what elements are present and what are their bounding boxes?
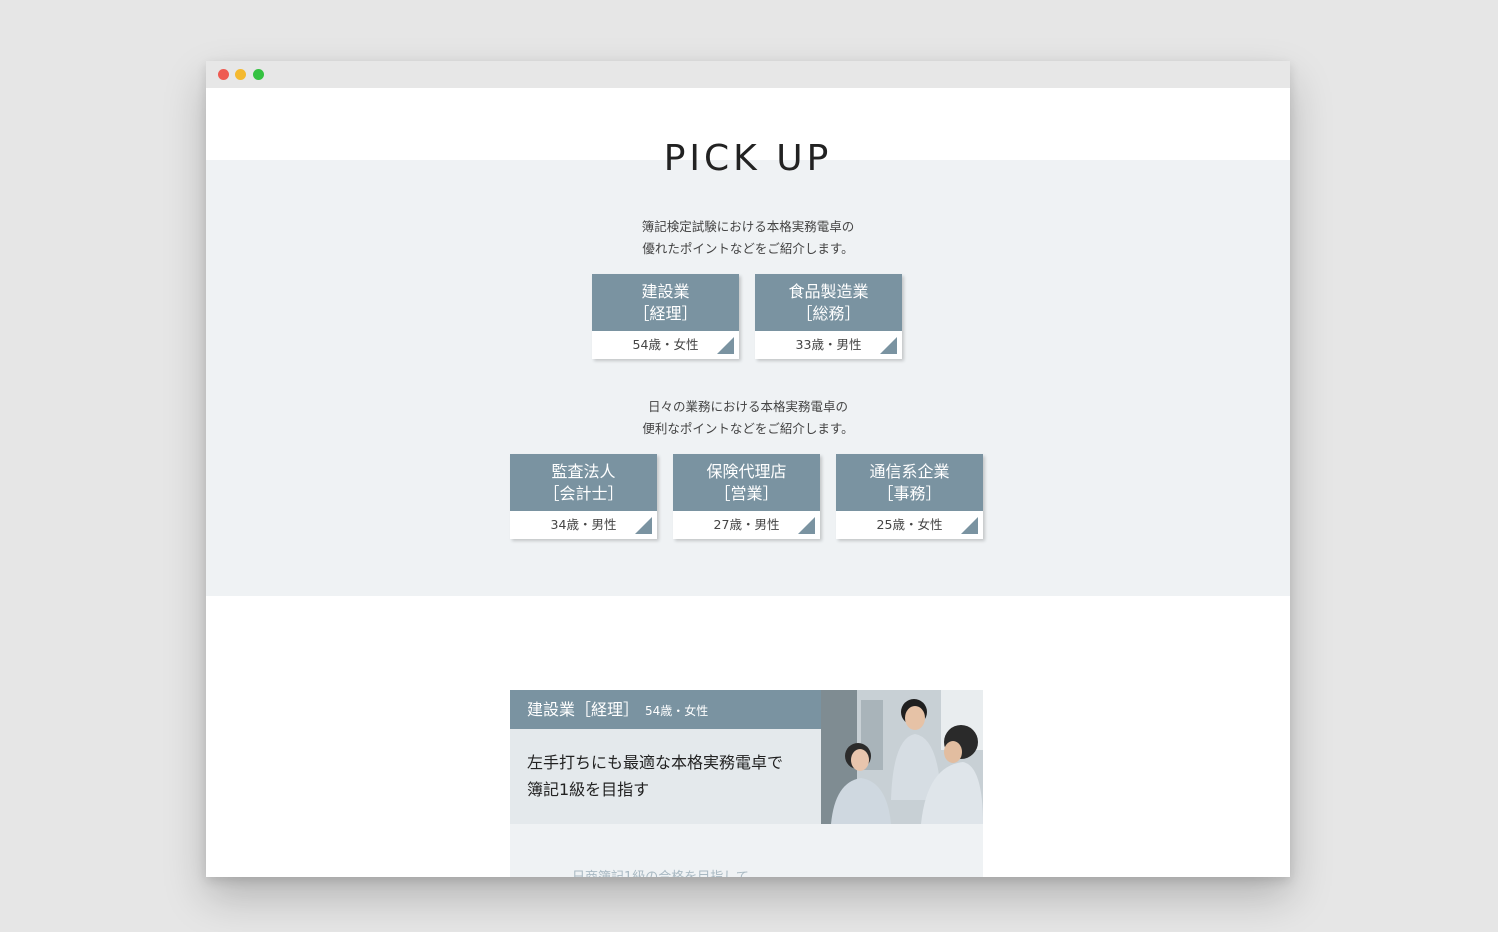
card-industry: 建設業 [641, 282, 690, 301]
card-role: ［総務］ [796, 304, 861, 323]
article-meta: 54歳・女性 [645, 704, 709, 718]
corner-arrow-icon [880, 337, 897, 354]
card-industry: 食品製造業 [788, 282, 869, 301]
corner-arrow-icon [961, 517, 978, 534]
article-card[interactable]: 建設業［経理］ 54歳・女性 左手打ちにも最適な本格実務電卓で 簿記1級を目指す [510, 690, 983, 877]
card-industry: 通信系企業 [869, 462, 950, 481]
corner-arrow-icon [717, 337, 734, 354]
card-role: ［事務］ [877, 484, 942, 503]
exam-intro-text: 簿記検定試験における本格実務電卓の 優れたポイントなどをご紹介します。 [206, 216, 1290, 260]
card-industry: 監査法人 [551, 462, 616, 481]
close-window-button[interactable] [218, 69, 229, 80]
work-intro-line-1: 日々の業務における本格実務電卓の [647, 399, 848, 414]
office-team-photo [821, 690, 983, 824]
card-industry: 保険代理店 [706, 462, 787, 481]
pickup-card-telecom[interactable]: 通信系企業 ［事務］ 25歳・女性 [836, 454, 983, 539]
section-title: PICK UP [663, 138, 833, 179]
card-header: 食品製造業 ［総務］ [755, 274, 902, 331]
page-content: PICK UP 簿記検定試験における本格実務電卓の 優れたポイントなどをご紹介し… [206, 88, 1290, 877]
corner-arrow-icon [798, 517, 815, 534]
article-title: 左手打ちにも最適な本格実務電卓で 簿記1級を目指す [510, 729, 821, 824]
card-header: 建設業 ［経理］ [592, 274, 739, 331]
article-header: 建設業［経理］ 54歳・女性 [510, 690, 821, 729]
exam-intro-line-1: 簿記検定試験における本格実務電卓の [641, 219, 855, 234]
exam-intro-line-2: 優れたポイントなどをご紹介します。 [642, 241, 854, 256]
card-role: ［会計士］ [543, 484, 624, 503]
work-intro-line-2: 便利なポイントなどをご紹介します。 [642, 421, 854, 436]
maximize-window-button[interactable] [253, 69, 264, 80]
card-header: 監査法人 ［会計士］ [510, 454, 657, 511]
browser-window: PICK UP 簿記検定試験における本格実務電卓の 優れたポイントなどをご紹介し… [206, 61, 1290, 877]
pickup-card-food-manufacturing[interactable]: 食品製造業 ［総務］ 33歳・男性 [755, 274, 902, 359]
photo-illustration [821, 690, 983, 824]
card-role: ［経理］ [633, 304, 698, 323]
pickup-card-insurance-agency[interactable]: 保険代理店 ［営業］ 27歳・男性 [673, 454, 820, 539]
article-title-line-1: 左手打ちにも最適な本格実務電卓で [527, 753, 784, 772]
article-title-line-2: 簿記1級を目指す [527, 780, 650, 799]
work-intro-text: 日々の業務における本格実務電卓の 便利なポイントなどをご紹介します。 [206, 396, 1290, 440]
article-category: 建設業［経理］ [527, 700, 640, 719]
minimize-window-button[interactable] [235, 69, 246, 80]
card-header: 通信系企業 ［事務］ [836, 454, 983, 511]
pickup-card-audit-firm[interactable]: 監査法人 ［会計士］ 34歳・男性 [510, 454, 657, 539]
article-next-line: 日商簿記1級の合格を目指して [572, 866, 749, 877]
pickup-card-construction[interactable]: 建設業 ［経理］ 54歳・女性 [592, 274, 739, 359]
card-role: ［営業］ [714, 484, 779, 503]
corner-arrow-icon [635, 517, 652, 534]
window-titlebar [206, 61, 1290, 88]
card-header: 保険代理店 ［営業］ [673, 454, 820, 511]
